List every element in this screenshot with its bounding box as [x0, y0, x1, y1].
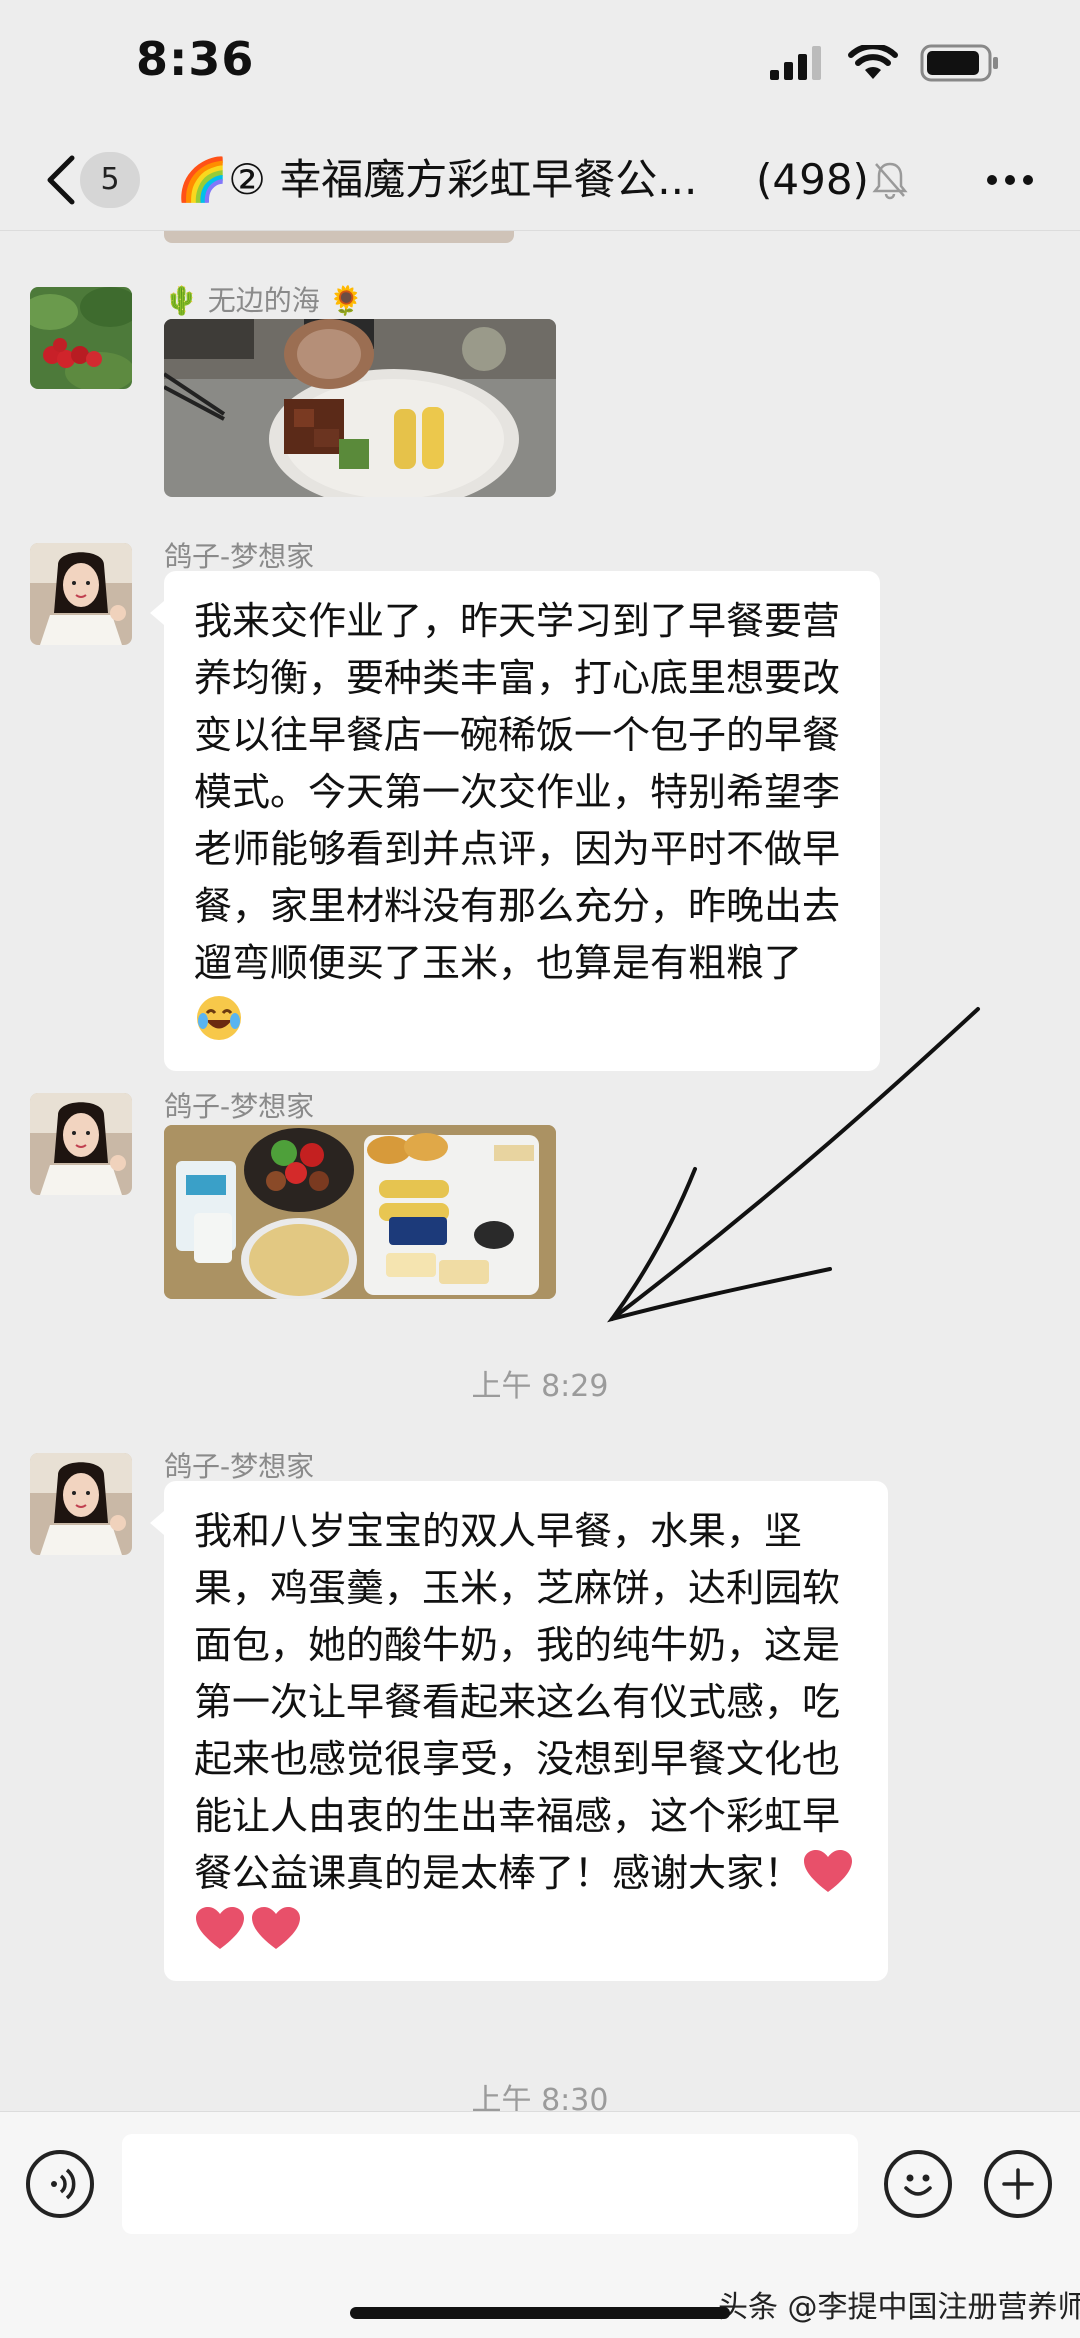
message-image[interactable] [164, 319, 556, 497]
message-bubble[interactable]: 我和八岁宝宝的双人早餐，水果，坚果，鸡蛋羹，玉米，芝麻饼，达利园软面包，她的酸牛… [150, 1481, 888, 1981]
chat-header: 5 🌈② 幸福魔方彩虹早餐公... (498) [0, 130, 1080, 231]
sender-name: 鸽子-梦想家 [164, 540, 315, 573]
smiley-icon [904, 2174, 932, 2196]
home-indicator[interactable] [350, 2307, 730, 2319]
heart-emoji-icon [804, 1850, 853, 1892]
mute-bell-icon [872, 162, 908, 200]
sender-name: 🌵 无边的海 🌻 [164, 284, 364, 317]
sender-name: 鸽子-梦想家 [164, 1090, 315, 1123]
emoji-button[interactable] [884, 2150, 952, 2218]
member-count: (498) [756, 155, 869, 204]
hand-drawn-arrow [607, 1007, 980, 1323]
avatar[interactable] [30, 1453, 132, 1555]
timestamp: 上午 8:30 [471, 2083, 609, 2111]
wifi-icon [848, 45, 898, 79]
voice-input-button[interactable] [26, 2150, 94, 2218]
cellular-signal-icon [770, 46, 821, 80]
watermark-text: 头条 @李提中国注册营养师 [718, 2290, 1080, 2325]
voice-wave-icon [51, 2168, 76, 2200]
avatar[interactable] [30, 287, 132, 389]
chat-message-list[interactable]: 🌵 无边的海 🌻 鸽子-梦想家 我来交作业了，昨天学习到了早餐要营养均衡，要种类… [0, 231, 1080, 2111]
message-text: 我和八岁宝宝的双人早餐，水果，坚果，鸡蛋羹，玉米，芝麻饼，达利园软面包，她的酸牛… [194, 1509, 841, 1895]
message-text: 我来交作业了，昨天学习到了早餐要营养均衡，要种类丰富，打心底里想要改变以往早餐店… [194, 599, 841, 985]
status-icons [770, 44, 1000, 82]
more-actions-button[interactable] [984, 2150, 1052, 2218]
avatar[interactable] [30, 543, 132, 645]
avatar[interactable] [30, 1093, 132, 1195]
status-bar: 8:36 [0, 0, 1080, 130]
chat-input-bar: 头条 @李提中国注册营养师 [0, 2111, 1080, 2338]
message-bubble[interactable]: 我来交作业了，昨天学习到了早餐要营养均衡，要种类丰富，打心底里想要改变以往早餐店… [150, 571, 880, 1071]
message-image[interactable] [164, 1125, 556, 1299]
laughing-tears-emoji-icon [197, 996, 241, 1040]
status-time: 8:36 [136, 32, 255, 86]
more-options-icon[interactable] [984, 164, 1036, 196]
message-input[interactable] [122, 2134, 858, 2234]
timestamp: 上午 8:29 [471, 1369, 609, 1404]
group-title: 🌈② 幸福魔方彩虹早餐公... [176, 155, 698, 204]
unread-count-badge[interactable]: 5 [80, 152, 140, 208]
previous-image-edge [164, 231, 514, 243]
sender-name: 鸽子-梦想家 [164, 1450, 315, 1483]
heart-emoji-icon [252, 1907, 300, 1949]
heart-emoji-icon [196, 1907, 244, 1949]
plus-icon [1002, 2168, 1034, 2200]
battery-icon [920, 44, 998, 82]
